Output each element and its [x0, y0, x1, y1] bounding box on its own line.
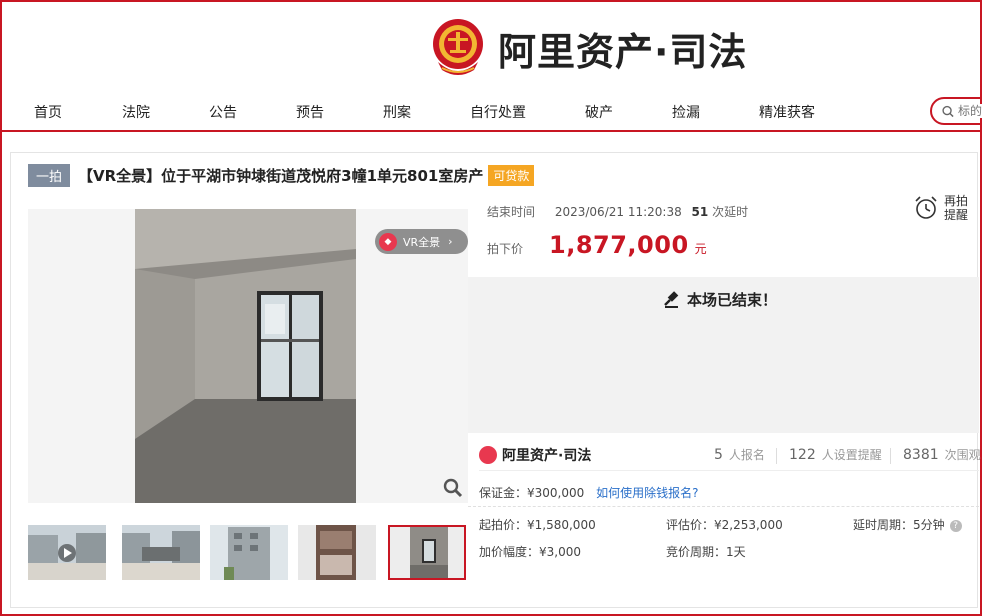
start-price: 起拍价：¥1,580,000	[479, 518, 596, 532]
final-price: 1,877,000	[549, 231, 689, 259]
final-price-row: 拍下价 1,877,000 元	[487, 231, 707, 259]
auction-panel: 一拍 【VR全景】位于平湖市钟埭街道茂悦府3幢1单元801室房产 可贷款 ◆ V…	[10, 152, 981, 608]
price-unit: 元	[694, 242, 707, 256]
thumbnail-image	[210, 525, 288, 580]
views-stat: 8381 次围观	[903, 446, 981, 463]
deposit-help-link[interactable]: 如何使用除钱报名?	[596, 486, 698, 500]
signups-stat: 5 人报名	[714, 446, 765, 463]
views-label: 次围观	[944, 448, 981, 462]
auction-ended-message: 本场已结束！	[663, 289, 777, 310]
thumbnail-image	[390, 527, 464, 578]
final-price-label: 拍下价	[487, 242, 524, 256]
thumbnail-image	[28, 525, 106, 580]
end-time-label: 结束时间	[487, 205, 536, 219]
thumbnail-item[interactable]	[210, 525, 288, 580]
bid-increment: 加价幅度：¥3,000	[479, 545, 581, 559]
vr-icon: ◆	[379, 232, 397, 251]
loan-tag: 可贷款	[488, 165, 535, 186]
bid-period: 竞价周期：1天	[666, 545, 746, 559]
ended-text: 本场已结束！	[687, 291, 778, 309]
chevron-right-icon: ›	[448, 235, 453, 248]
deposit-row: 保证金：¥300,000 如何使用除钱报名?	[479, 484, 698, 501]
reminders-stat: 122 人设置提醒	[789, 446, 882, 463]
delay-period: 延时周期：5分钟?	[853, 516, 962, 533]
zoom-icon[interactable]	[442, 477, 464, 499]
brand-name: 阿里资产·司法	[498, 29, 748, 74]
end-time-row: 结束时间 2023/06/21 11:20:38 51 次延时	[487, 203, 748, 220]
title-row: 一拍 【VR全景】位于平湖市钟埭街道茂悦府3幢1单元801室房产 可贷款	[28, 164, 535, 187]
room-photo	[135, 209, 356, 503]
nav-item-bargain[interactable]: 捡漏	[672, 102, 700, 122]
stats-bar: 阿里资产·司法 5 人报名 122 人设置提醒 8381 次围观	[479, 441, 981, 471]
thumbnail-item[interactable]	[122, 525, 200, 580]
brand-logo-icon	[479, 446, 497, 464]
nav-item-criminal[interactable]: 刑案	[383, 102, 411, 122]
thumbnail-image	[122, 525, 200, 580]
thumbnail-item[interactable]	[298, 525, 376, 580]
main-photo-viewer[interactable]: ◆ VR全景 ›	[28, 209, 468, 503]
stat-divider	[776, 448, 777, 464]
remind-button[interactable]: 再拍提醒	[914, 194, 970, 222]
remind-label: 再拍提醒	[944, 194, 969, 222]
gavel-icon	[664, 290, 679, 308]
search-box[interactable]	[930, 97, 982, 125]
auction-round-badge: 一拍	[28, 164, 71, 187]
nav-item-bankruptcy[interactable]: 破产	[585, 102, 613, 122]
thumbnail-strip	[28, 525, 470, 581]
thumbnail-image	[298, 525, 376, 580]
views-count: 8381	[903, 447, 939, 463]
help-icon[interactable]: ?	[949, 519, 962, 532]
brand-mini-name: 阿里资产·司法	[502, 448, 592, 464]
search-input[interactable]	[958, 104, 982, 118]
site-logo[interactable]: 阿里资产·司法	[432, 18, 747, 78]
reminders-count: 122	[789, 447, 816, 463]
nav-item-court[interactable]: 法院	[122, 102, 150, 122]
alarm-clock-icon	[915, 196, 937, 219]
lot-title: 【VR全景】位于平湖市钟埭街道茂悦府3幢1单元801室房产	[78, 167, 484, 185]
signups-label: 人报名	[728, 448, 765, 462]
thumbnail-selected[interactable]	[388, 525, 466, 580]
reminders-label: 人设置提醒	[821, 448, 882, 462]
auction-ended-box: 本场已结束！	[468, 277, 979, 433]
brand-mini-logo: 阿里资产·司法	[479, 445, 591, 465]
auction-details: 起拍价：¥1,580,000 评估价：¥2,253,000 延时周期：5分钟? …	[468, 506, 979, 576]
deposit-amount: 保证金：¥300,000	[479, 486, 585, 500]
search-icon	[942, 105, 954, 117]
nav-item-home[interactable]: 首页	[34, 102, 62, 122]
thumbnail-video[interactable]	[28, 525, 106, 580]
end-time-value: 2023/06/21 11:20:38	[554, 205, 682, 219]
nav-item-preview[interactable]: 预告	[296, 102, 324, 122]
appraisal-price: 评估价：¥2,253,000	[666, 518, 783, 532]
nav-item-self-disposal[interactable]: 自行处置	[470, 102, 526, 122]
signups-count: 5	[714, 447, 723, 463]
delay-count: 51	[691, 205, 709, 219]
delay-period-text: 延时周期：5分钟	[853, 518, 945, 532]
vr-label: VR全景	[403, 235, 441, 249]
main-nav: 首页 法院 公告 预告 刑案 自行处置 破产 捡漏 精准获客	[0, 92, 982, 132]
delay-label: 次延时	[712, 205, 749, 219]
court-emblem-icon	[433, 19, 483, 75]
nav-item-precise-leads[interactable]: 精准获客	[759, 102, 815, 122]
stat-divider	[890, 448, 891, 464]
nav-item-notice[interactable]: 公告	[209, 102, 237, 122]
vr-panorama-button[interactable]: ◆ VR全景 ›	[375, 229, 468, 254]
